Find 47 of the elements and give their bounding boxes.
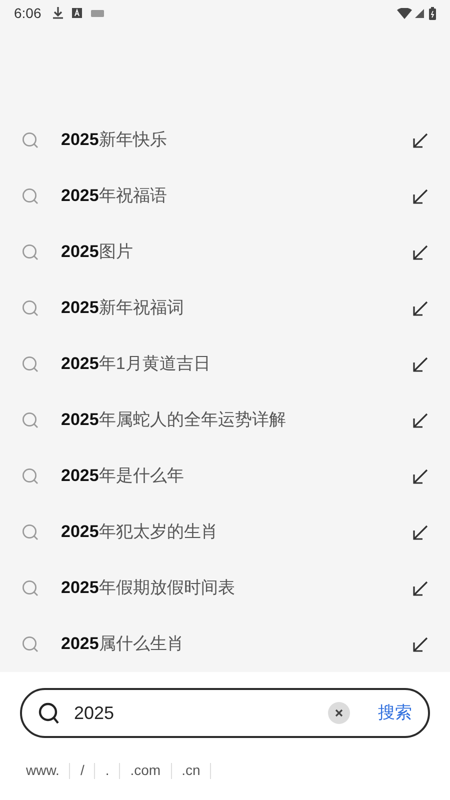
search-icon bbox=[38, 702, 60, 724]
shortcut-key[interactable]: .cn bbox=[172, 760, 210, 781]
shortcut-key[interactable]: .com bbox=[120, 760, 171, 781]
suggestion-text[interactable]: 2025图片 bbox=[61, 239, 133, 265]
fill-arrow-icon[interactable] bbox=[413, 244, 428, 260]
suggestion-text[interactable]: 2025年是什么年 bbox=[61, 463, 184, 489]
download-icon bbox=[53, 7, 64, 19]
search-field[interactable]: 2025 搜索 bbox=[20, 688, 430, 738]
fill-arrow-icon[interactable] bbox=[413, 412, 428, 428]
suggestion-text[interactable]: 2025新年祝福词 bbox=[61, 295, 184, 321]
search-icon bbox=[22, 132, 39, 148]
suggestion-text[interactable]: 2025新年快乐 bbox=[61, 127, 167, 153]
search-icon bbox=[22, 412, 39, 428]
status-time: 6:06 bbox=[14, 4, 42, 22]
suggestion-text[interactable]: 2025年犯太岁的生肖 bbox=[61, 519, 218, 545]
shortcut-key[interactable]: / bbox=[70, 760, 94, 781]
search-icon bbox=[22, 356, 39, 372]
wifi-icon bbox=[397, 8, 412, 18]
search-icon bbox=[22, 244, 39, 260]
shortcut-key[interactable]: . bbox=[95, 760, 120, 781]
search-icon bbox=[22, 468, 39, 484]
suggestion-text[interactable]: 2025年1月黄道吉日 bbox=[61, 351, 210, 377]
fill-arrow-icon[interactable] bbox=[413, 636, 428, 652]
fill-arrow-icon[interactable] bbox=[413, 188, 428, 204]
signal-icon bbox=[415, 8, 424, 18]
suggestion-text[interactable]: 2025年假期放假时间表 bbox=[61, 575, 235, 601]
shortcut-key[interactable]: www. bbox=[26, 760, 70, 781]
fill-arrow-icon[interactable] bbox=[413, 580, 428, 596]
search-button[interactable]: 搜索 bbox=[378, 700, 412, 726]
fill-arrow-icon[interactable] bbox=[413, 300, 428, 316]
app-icon bbox=[72, 8, 82, 18]
fill-arrow-icon[interactable] bbox=[413, 524, 428, 540]
search-icon bbox=[22, 636, 39, 652]
search-icon bbox=[22, 188, 39, 204]
close-icon bbox=[335, 709, 343, 717]
search-icon bbox=[22, 300, 39, 316]
search-input-value: 2025 bbox=[74, 702, 114, 724]
search-icon bbox=[22, 524, 39, 540]
suggestion-text[interactable]: 2025年祝福语 bbox=[61, 183, 167, 209]
fill-arrow-icon[interactable] bbox=[413, 356, 428, 372]
fill-arrow-icon[interactable] bbox=[413, 132, 428, 148]
search-icon bbox=[22, 580, 39, 596]
suggestion-text[interactable]: 2025属什么生肖 bbox=[61, 631, 184, 657]
clear-button[interactable] bbox=[328, 702, 350, 724]
fill-arrow-icon[interactable] bbox=[413, 468, 428, 484]
suggestion-text[interactable]: 2025年属蛇人的全年运势详解 bbox=[61, 407, 286, 433]
battery-icon bbox=[429, 6, 436, 20]
